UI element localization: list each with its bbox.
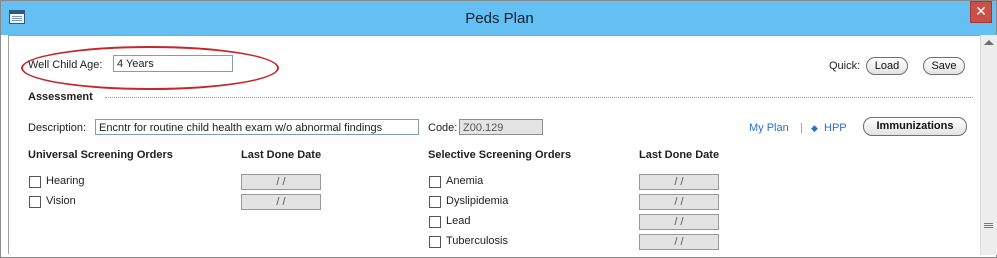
description-input[interactable]: Encntr for routine child health exam w/o… — [95, 119, 419, 135]
dyslipidemia-last-done-date[interactable]: / / — [639, 194, 719, 210]
dyslipidemia-label: Dyslipidemia — [446, 195, 509, 207]
save-button[interactable]: Save — [923, 57, 965, 75]
anemia-checkbox[interactable] — [429, 176, 441, 188]
scroll-up-arrow-icon[interactable] — [984, 40, 994, 45]
tuberculosis-label: Tuberculosis — [446, 235, 508, 247]
universal-last-done-header: Last Done Date — [241, 149, 322, 161]
hearing-last-done-date[interactable]: / / — [241, 174, 321, 190]
description-label: Description: — [28, 122, 87, 134]
anemia-label: Anemia — [446, 175, 484, 187]
anemia-last-done-date[interactable]: / / — [639, 174, 719, 190]
vertical-scrollbar[interactable] — [980, 35, 997, 255]
dyslipidemia-checkbox[interactable] — [429, 196, 441, 208]
my-plan-link[interactable]: My Plan — [749, 122, 789, 134]
code-field: Z00.129 — [459, 119, 543, 135]
close-button[interactable]: ✕ — [970, 1, 992, 23]
load-button[interactable]: Load — [866, 57, 908, 75]
tuberculosis-checkbox[interactable] — [429, 236, 441, 248]
vision-label: Vision — [46, 195, 76, 207]
assessment-divider — [105, 97, 973, 98]
link-separator: | — [800, 122, 803, 134]
tuberculosis-last-done-date[interactable]: / / — [639, 234, 719, 250]
well-child-age-input[interactable]: 4 Years — [113, 55, 233, 72]
lead-label: Lead — [446, 215, 471, 227]
immunizations-button[interactable]: Immunizations — [863, 117, 967, 136]
lead-last-done-date[interactable]: / / — [639, 214, 719, 230]
vision-last-done-date[interactable]: / / — [241, 194, 321, 210]
hpp-icon: ◆ — [811, 123, 818, 133]
title-bar: Peds Plan ✕ — [1, 1, 996, 35]
hearing-label: Hearing — [46, 175, 85, 187]
scroll-grip-icon — [984, 223, 993, 224]
universal-screening-header: Universal Screening Orders — [28, 149, 173, 161]
hpp-link[interactable]: HPP — [824, 122, 847, 134]
quick-label: Quick: — [829, 60, 861, 72]
selective-last-done-header: Last Done Date — [639, 149, 720, 161]
peds-plan-form: Well Child Age: 4 Years Quick: Load Save… — [8, 35, 982, 254]
assessment-heading: Assessment — [28, 91, 93, 103]
selective-screening-header: Selective Screening Orders — [428, 149, 572, 161]
hearing-checkbox[interactable] — [29, 176, 41, 188]
close-icon: ✕ — [975, 3, 987, 19]
window-title: Peds Plan — [465, 10, 534, 27]
vision-checkbox[interactable] — [29, 196, 41, 208]
lead-checkbox[interactable] — [429, 216, 441, 228]
code-label: Code: — [428, 122, 458, 134]
well-child-age-label: Well Child Age: — [28, 59, 103, 71]
